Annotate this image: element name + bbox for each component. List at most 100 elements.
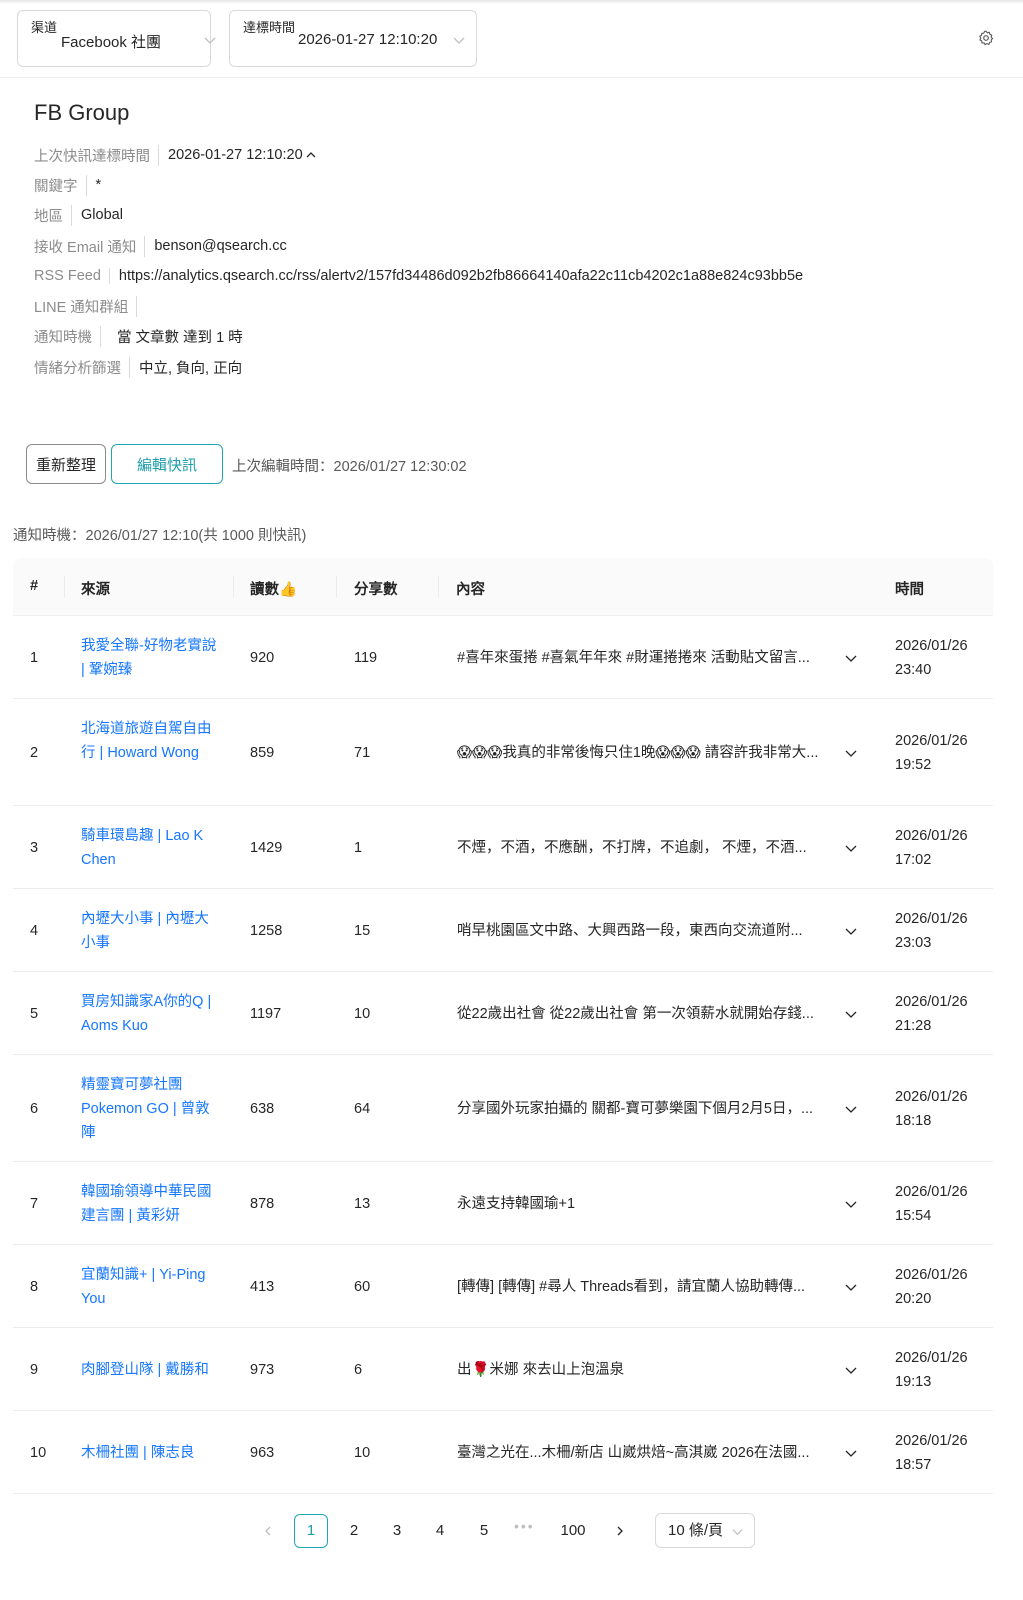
page-3[interactable]: 3 (380, 1514, 414, 1548)
cell-clock: 18:18 (895, 1112, 932, 1129)
info-value: 當 文章數 達到 1 時 (117, 329, 243, 346)
table-row[interactable]: 7 韓國瑜領導中華民國建言團 | 黃彩妍 878 13 永遠支持韓國瑜+1 2026/01… (13, 1162, 993, 1245)
chevron-down-icon[interactable] (844, 1363, 858, 1377)
cell-index: 10 (30, 1444, 47, 1461)
chevron-right-icon[interactable] (613, 1524, 627, 1538)
page-2[interactable]: 2 (337, 1514, 371, 1548)
table-row[interactable]: 1 我愛全聯-好物老實說 | 鞏婉臻 920 119 #喜年來蛋捲 #喜氣年年來 #財運… (13, 616, 993, 699)
cell-content: #喜年來蛋捲 #喜氣年年來 #財運捲捲來 活動貼文留言... (457, 649, 810, 666)
cell-source-link[interactable]: 宜蘭知識+ | Yi-Ping You (81, 1263, 221, 1311)
info-row-line: LINE 通知群組 (34, 295, 146, 317)
chevron-down-icon[interactable] (844, 841, 858, 855)
col-divider (64, 576, 65, 598)
cell-content: 出🌹米娜 來去山上泡溫泉 (457, 1361, 625, 1378)
rss-feed-link[interactable]: https://analytics.qsearch.cc/rss/alertv2… (110, 268, 803, 284)
cell-index: 8 (30, 1278, 39, 1295)
channel-select[interactable]: 渠道 Facebook 社團 (17, 10, 216, 67)
table-row[interactable]: 9 肉腳登山隊 | 戴勝和 973 6 出🌹米娜 來去山上泡溫泉 2026/01/26 19… (13, 1328, 993, 1411)
page-size-select[interactable]: 10 條/頁 (655, 1513, 755, 1548)
cell-content: 不煙，不酒，不應酬，不打牌，不追劇， 不煙，不酒... (457, 839, 807, 856)
info-key: LINE 通知群組 (34, 295, 138, 317)
cell-content: 哨早桃園區文中路、大興西路一段，東西向交流道附... (457, 922, 803, 939)
info-value: * (95, 177, 102, 193)
gear-icon[interactable] (978, 30, 994, 46)
table-header: # 來源 讀數👍 分享數 內容 時間 (13, 558, 993, 616)
cell-clock: 15:54 (895, 1207, 932, 1224)
alert-title: FB Group (34, 100, 130, 125)
chevron-up-icon[interactable] (305, 149, 317, 161)
cell-reads: 920 (250, 649, 275, 666)
col-divider (233, 576, 234, 598)
cell-source-link[interactable]: 買房知識家A你的Q | Aoms Kuo (81, 990, 221, 1038)
chevron-down-icon[interactable] (844, 1446, 858, 1460)
chevron-left-icon[interactable] (261, 1524, 275, 1538)
cell-time: 2026/01/26 21:28 (895, 990, 985, 1038)
info-key: 地區 (34, 204, 72, 226)
cell-time: 2026/01/26 18:18 (895, 1085, 985, 1133)
info-key: 上次快訊達標時間 (34, 144, 159, 166)
table-row[interactable]: 2 北海道旅遊自駕自由行 | Howard Wong 859 71 😱😱😱我真的非常後悔… (13, 699, 993, 806)
cell-source-link[interactable]: 木柵社團 | 陳志良 (81, 1441, 221, 1465)
cell-source-link[interactable]: 韓國瑜領導中華民國建言團 | 黃彩妍 (81, 1180, 221, 1228)
page-5[interactable]: 5 (467, 1514, 501, 1548)
chevron-down-icon[interactable] (844, 924, 858, 938)
cell-index: 5 (30, 1005, 39, 1022)
cell-date: 2026/01/26 (895, 1183, 968, 1200)
info-row-region: 地區 Global (34, 204, 123, 226)
page-last[interactable]: 100 (553, 1514, 593, 1548)
chevron-down-icon[interactable] (844, 1280, 858, 1294)
table-row[interactable]: 8 宜蘭知識+ | Yi-Ping You 413 60 [轉傳] [轉傳] #尋人 T… (13, 1245, 993, 1328)
cell-source-link[interactable]: 精靈寶可夢社團Pokemon GO | 曾敦陣 (81, 1073, 221, 1145)
info-value-last-trigger[interactable]: 2026-01-27 12:10:20 (159, 147, 317, 163)
cell-source-link[interactable]: 北海道旅遊自駕自由行 | Howard Wong (81, 717, 221, 765)
table-row[interactable]: 3 騎車環島趣 | Lao K Chen 1429 1 不煙，不酒，不應酬，不打牌，不追… (13, 806, 993, 889)
chevron-down-icon (453, 37, 465, 44)
table-row[interactable]: 5 買房知識家A你的Q | Aoms Kuo 1197 10 從22歲出社會 從22歲出… (13, 972, 993, 1055)
chevron-down-icon[interactable] (844, 1007, 858, 1021)
cell-reads: 1197 (250, 1005, 282, 1022)
cell-time: 2026/01/26 15:54 (895, 1180, 985, 1228)
edit-alert-button[interactable]: 編輯快訊 (111, 444, 223, 484)
cell-reads: 963 (250, 1444, 275, 1461)
refresh-button[interactable]: 重新整理 (26, 444, 106, 484)
cell-date: 2026/01/26 (895, 1266, 968, 1283)
cell-index: 4 (30, 922, 39, 939)
chevron-down-icon[interactable] (844, 651, 858, 665)
chevron-down-icon[interactable] (844, 746, 858, 760)
chevron-down-icon[interactable] (844, 1102, 858, 1116)
cell-source-link[interactable]: 肉腳登山隊 | 戴勝和 (81, 1358, 221, 1382)
info-row-notify-timing: 通知時機 當 文章數 達到 1 時 (34, 325, 243, 347)
page-1[interactable]: 1 (294, 1514, 328, 1548)
page-size-value: 10 條/頁 (668, 1522, 724, 1539)
pagination: 1 2 3 4 5 ••• 100 10 條/頁 (0, 1512, 1023, 1552)
trigger-time-select[interactable]: 達標時間 2026-01-27 12:10:20 (229, 10, 477, 67)
info-key: 通知時機 (34, 325, 101, 347)
cell-reads: 1258 (250, 922, 283, 939)
chevron-down-icon[interactable] (844, 1197, 858, 1211)
cell-time: 2026/01/26 19:13 (895, 1346, 985, 1394)
trigger-time-select-value: 2026-01-27 12:10:20 (298, 31, 438, 48)
cell-source-link[interactable]: 內壢大小事 | 內壢大小事 (81, 907, 221, 955)
col-header-time: 時間 (895, 582, 924, 598)
page-4[interactable]: 4 (423, 1514, 457, 1548)
cell-index: 3 (30, 839, 39, 856)
cell-index: 1 (30, 649, 39, 666)
cell-index: 2 (30, 744, 39, 761)
cell-clock: 19:52 (895, 756, 932, 773)
page-ellipsis[interactable]: ••• (514, 1518, 535, 1534)
table-row[interactable]: 10 木柵社團 | 陳志良 963 10 臺灣之光在...木柵/新店 山崴烘焙~高淇崴 … (13, 1411, 993, 1494)
cell-source-link[interactable]: 我愛全聯-好物老實說 | 鞏婉臻 (81, 634, 221, 682)
cell-date: 2026/01/26 (895, 910, 968, 927)
cell-source-link[interactable]: 騎車環島趣 | Lao K Chen (81, 824, 221, 872)
info-key: 情緒分析篩選 (34, 356, 130, 378)
cell-shares: 6 (354, 1361, 363, 1378)
cell-clock: 20:20 (895, 1290, 932, 1307)
cell-shares: 13 (354, 1195, 371, 1212)
table-row[interactable]: 6 精靈寶可夢社團Pokemon GO | 曾敦陣 638 64 分享國外玩家拍攝的 關… (13, 1055, 993, 1162)
col-header-source: 來源 (81, 582, 110, 598)
table-row[interactable]: 4 內壢大小事 | 內壢大小事 1258 15 哨早桃園區文中路、大興西路一段，東西向交… (13, 889, 993, 972)
cell-time: 2026/01/26 20:20 (895, 1263, 985, 1311)
info-row-keyword: 關鍵字 * (34, 174, 102, 196)
cell-date: 2026/01/26 (895, 993, 968, 1010)
cell-time: 2026/01/26 19:52 (895, 729, 985, 777)
